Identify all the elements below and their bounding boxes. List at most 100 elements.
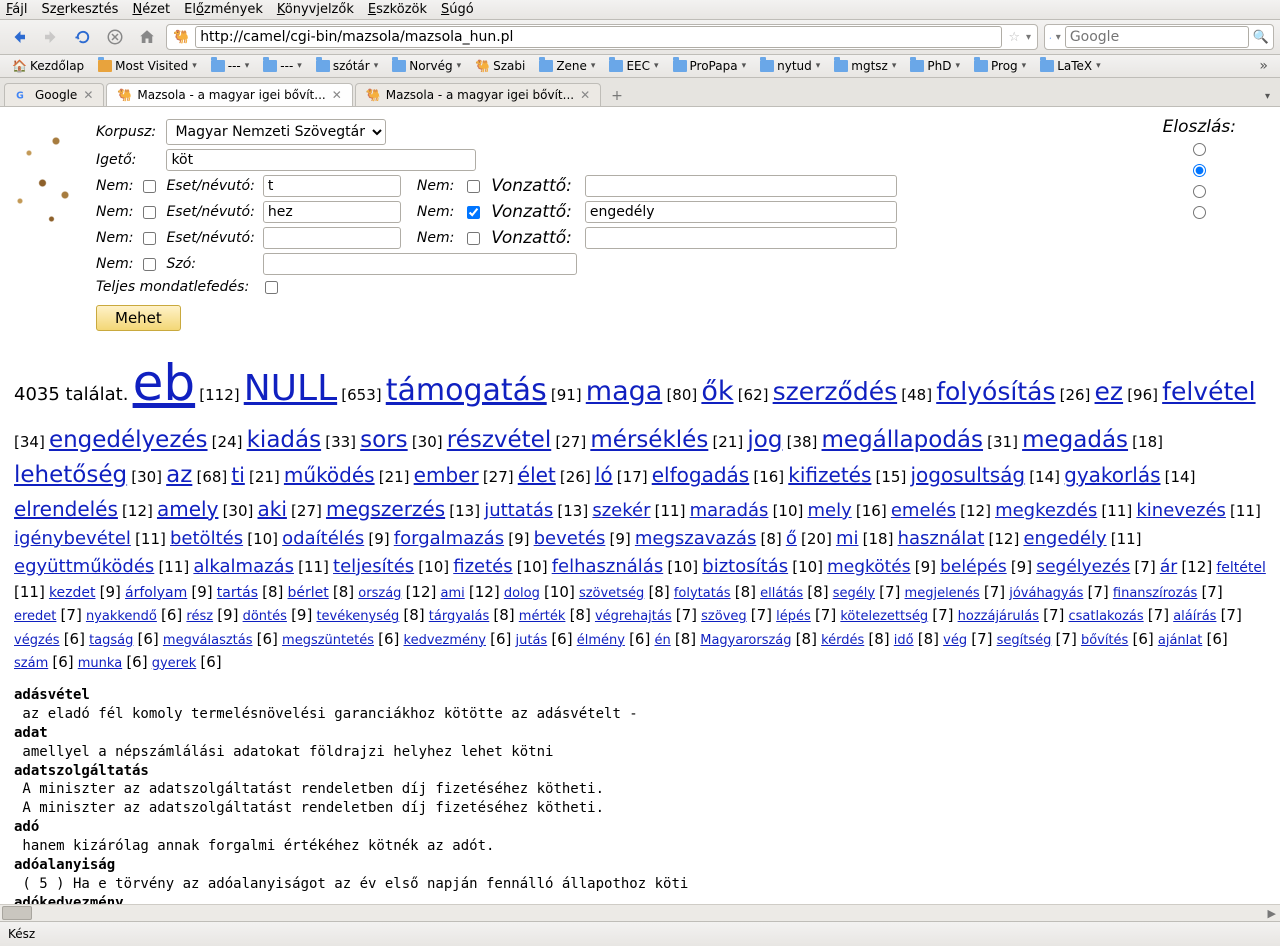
cloud-word[interactable]: kiadás bbox=[247, 427, 321, 453]
cloud-word[interactable]: forgalmazás bbox=[394, 528, 504, 549]
back-button[interactable] bbox=[6, 24, 32, 50]
korpusz-select[interactable]: Magyar Nemzeti Szövegtár bbox=[166, 119, 386, 145]
cloud-word[interactable]: tagság bbox=[89, 633, 133, 648]
cloud-word[interactable]: jogosultság bbox=[910, 463, 1025, 487]
cloud-word[interactable]: kezdet bbox=[49, 585, 96, 601]
cloud-word[interactable]: segély bbox=[833, 586, 875, 601]
cloud-word[interactable]: ajánlat bbox=[1158, 633, 1202, 648]
cloud-word[interactable]: bérlet bbox=[288, 585, 329, 601]
cloud-word[interactable]: megjelenés bbox=[905, 586, 980, 601]
cloud-word[interactable]: szöveg bbox=[701, 609, 747, 624]
close-icon[interactable]: ✕ bbox=[83, 88, 93, 102]
cloud-word[interactable]: engedély bbox=[1023, 528, 1106, 549]
cloud-word[interactable]: mi bbox=[836, 528, 859, 549]
cloud-word[interactable]: szekér bbox=[592, 500, 650, 521]
cloud-word[interactable]: folytatás bbox=[674, 586, 731, 601]
submit-button[interactable]: Mehet bbox=[96, 305, 181, 331]
cloud-word[interactable]: döntés bbox=[243, 609, 287, 624]
cloud-word[interactable]: hozzájárulás bbox=[958, 609, 1039, 624]
cloud-word[interactable]: betöltés bbox=[170, 528, 243, 549]
cloud-word[interactable]: eb bbox=[133, 354, 196, 412]
teljes-checkbox[interactable] bbox=[265, 281, 278, 294]
cloud-word[interactable]: teljesítés bbox=[333, 556, 414, 577]
cloud-word[interactable]: tartás bbox=[217, 585, 258, 601]
cloud-word[interactable]: tevékenység bbox=[316, 609, 399, 624]
bookmark-item[interactable]: ---▾ bbox=[205, 57, 256, 75]
vonzatto-input[interactable] bbox=[585, 227, 897, 249]
star-icon[interactable]: ☆ bbox=[1008, 30, 1020, 45]
eset-input[interactable] bbox=[263, 201, 401, 223]
cloud-word[interactable]: megkezdés bbox=[995, 500, 1097, 521]
search-input[interactable] bbox=[1065, 26, 1249, 48]
cloud-word[interactable]: végzés bbox=[14, 633, 60, 648]
url-input[interactable] bbox=[195, 26, 1002, 48]
cloud-word[interactable]: csatlakozás bbox=[1069, 609, 1144, 624]
cloud-word[interactable]: elrendelés bbox=[14, 497, 118, 521]
cloud-word[interactable]: működés bbox=[284, 463, 375, 487]
nem-vonz-checkbox[interactable] bbox=[467, 232, 480, 245]
cloud-word[interactable]: használat bbox=[898, 528, 985, 549]
cloud-word[interactable]: élmény bbox=[577, 633, 625, 648]
reload-button[interactable] bbox=[70, 24, 96, 50]
browser-tab[interactable]: 🐫Mazsola - a magyar igei bővít...✕ bbox=[106, 83, 352, 106]
cloud-word[interactable]: én bbox=[654, 633, 670, 648]
browser-tab[interactable]: GGoogle✕ bbox=[4, 83, 104, 106]
nem-szo-checkbox[interactable] bbox=[143, 258, 156, 271]
cloud-word[interactable]: felhasználás bbox=[552, 556, 664, 577]
cloud-word[interactable]: kedvezmény bbox=[404, 633, 486, 648]
nem-eset-checkbox[interactable] bbox=[143, 206, 156, 219]
bookmark-item[interactable]: ProPapa▾ bbox=[667, 57, 753, 75]
cloud-word[interactable]: megszavazás bbox=[635, 528, 756, 549]
cloud-word[interactable]: ti bbox=[231, 463, 244, 487]
nem-eset-checkbox[interactable] bbox=[143, 232, 156, 245]
close-icon[interactable]: ✕ bbox=[580, 88, 590, 102]
cloud-word[interactable]: megadás bbox=[1022, 427, 1128, 453]
cloud-word[interactable]: ár bbox=[1160, 557, 1177, 577]
bookmark-item[interactable]: mgtsz▾ bbox=[828, 57, 902, 75]
home-button[interactable] bbox=[134, 24, 160, 50]
tabs-dropdown[interactable]: ▾ bbox=[1255, 87, 1280, 106]
bookmark-item[interactable]: szótár▾ bbox=[310, 57, 384, 75]
cloud-word[interactable]: megállapodás bbox=[822, 427, 983, 453]
bookmark-item[interactable]: 🏠Kezdőlap bbox=[6, 57, 90, 75]
vonzatto-input[interactable] bbox=[585, 201, 897, 223]
chevron-down-icon[interactable]: ▾ bbox=[1056, 32, 1061, 43]
scroll-right-arrow[interactable]: ▶ bbox=[1264, 907, 1280, 920]
cloud-word[interactable]: részvétel bbox=[447, 427, 551, 453]
cloud-word[interactable]: munka bbox=[78, 656, 122, 671]
url-bar[interactable]: 🐫 ☆ ▾ bbox=[166, 24, 1038, 50]
cloud-word[interactable]: emelés bbox=[891, 500, 956, 521]
cloud-word[interactable]: feltétel bbox=[1216, 560, 1266, 576]
cloud-word[interactable]: jutás bbox=[516, 633, 548, 648]
cloud-word[interactable]: az bbox=[166, 462, 192, 488]
cloud-word[interactable]: tárgyalás bbox=[429, 609, 489, 624]
cloud-word[interactable]: mérséklés bbox=[590, 427, 708, 453]
eset-input[interactable] bbox=[263, 227, 401, 249]
cloud-word[interactable]: jóváhagyás bbox=[1009, 586, 1083, 601]
cloud-word[interactable]: bevetés bbox=[534, 528, 606, 549]
cloud-word[interactable]: belépés bbox=[940, 557, 1007, 577]
bookmarks-overflow[interactable]: » bbox=[1253, 58, 1274, 74]
forward-button[interactable] bbox=[38, 24, 64, 50]
nem-vonz-checkbox[interactable] bbox=[467, 206, 480, 219]
cloud-word[interactable]: árfolyam bbox=[125, 585, 187, 601]
cloud-word[interactable]: szerződés bbox=[773, 377, 898, 406]
cloud-word[interactable]: ló bbox=[595, 463, 613, 487]
chevron-down-icon[interactable]: ▾ bbox=[1026, 32, 1031, 43]
cloud-word[interactable]: együttműködés bbox=[14, 556, 154, 577]
cloud-word[interactable]: megválasztás bbox=[163, 633, 253, 648]
cloud-word[interactable]: ember bbox=[414, 463, 479, 487]
cloud-word[interactable]: aláírás bbox=[1173, 609, 1216, 624]
cloud-word[interactable]: kinevezés bbox=[1136, 500, 1226, 521]
cloud-word[interactable]: Magyarország bbox=[700, 633, 791, 648]
horizontal-scrollbar[interactable]: ▶ bbox=[0, 904, 1280, 921]
cloud-word[interactable]: sors bbox=[360, 427, 408, 453]
cloud-word[interactable]: fizetés bbox=[453, 556, 512, 577]
cloud-word[interactable]: kérdés bbox=[821, 633, 864, 648]
cloud-word[interactable]: vég bbox=[943, 633, 967, 648]
cloud-word[interactable]: kötelezettség bbox=[840, 609, 928, 624]
cloud-word[interactable]: megszerzés bbox=[326, 497, 445, 521]
cloud-word[interactable]: gyakorlás bbox=[1064, 463, 1160, 487]
bookmark-item[interactable]: Prog▾ bbox=[968, 57, 1032, 75]
cloud-word[interactable]: ők bbox=[701, 376, 733, 407]
